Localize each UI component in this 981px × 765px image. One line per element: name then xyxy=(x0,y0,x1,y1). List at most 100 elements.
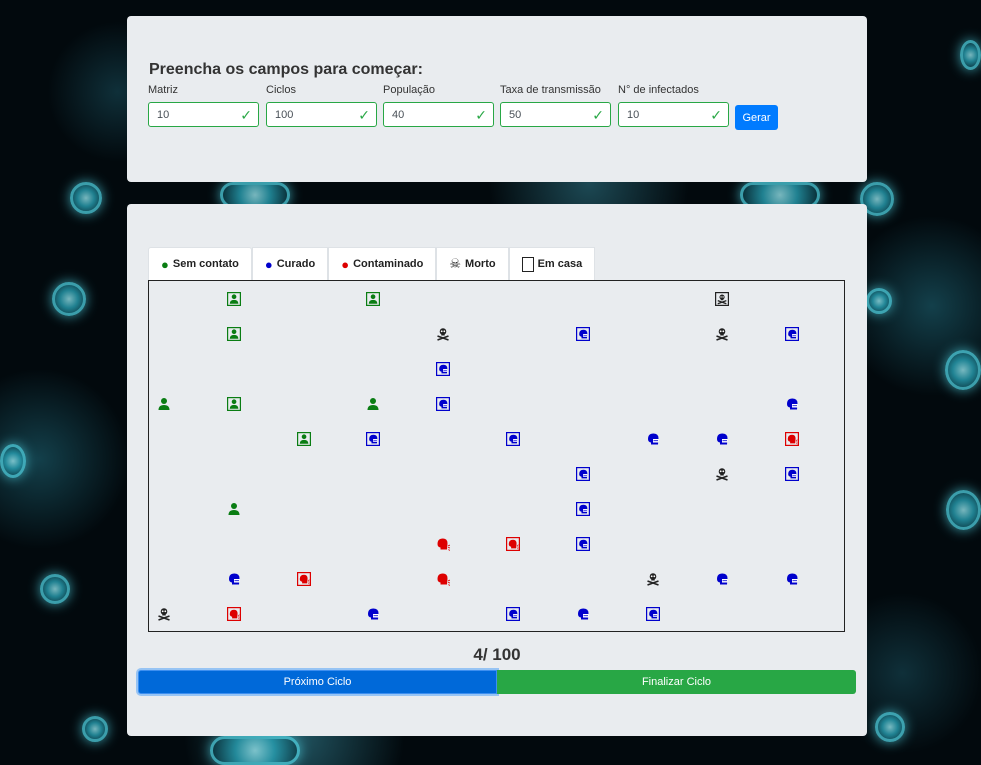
skull-crossbones-icon: ☠ xyxy=(449,256,462,271)
home-user-icon xyxy=(226,396,241,412)
tab-contaminado[interactable]: ● Contaminado xyxy=(328,247,437,280)
matriz-label: Matriz xyxy=(148,84,178,96)
infectados-label: N° de infectados xyxy=(618,84,699,96)
finish-cycle-button[interactable]: Finalizar Ciclo xyxy=(497,670,856,694)
home-masked-head-icon xyxy=(784,326,800,342)
virus-background-icon xyxy=(52,282,86,316)
ciclos-label: Ciclos xyxy=(266,84,296,96)
skull-crossbones-icon xyxy=(646,572,660,586)
cycle-current: 4 xyxy=(473,645,483,664)
form-title: Preencha os campos para começar: xyxy=(149,61,423,78)
matriz-input[interactable]: 10 ✓ xyxy=(148,102,259,127)
home-masked-head-icon xyxy=(575,466,590,482)
tab-label: Em casa xyxy=(537,258,583,270)
matriz-value: 10 xyxy=(157,109,170,121)
ciclos-field-group: Ciclos 100 ✓ xyxy=(266,84,377,127)
infectados-input[interactable]: 10 ✓ xyxy=(618,102,729,127)
coughing-head-icon xyxy=(436,572,451,586)
home-masked-head-icon xyxy=(575,536,590,552)
home-user-icon xyxy=(226,291,241,307)
home-user-icon xyxy=(226,326,241,342)
virus-background-icon xyxy=(0,444,26,478)
home-masked-head-icon xyxy=(505,606,521,622)
taxa-value: 50 xyxy=(509,109,522,121)
virus-background-icon xyxy=(210,736,300,765)
simulation-grid xyxy=(148,280,845,632)
taxa-input[interactable]: 50 ✓ xyxy=(500,102,611,127)
skull-crossbones-icon xyxy=(715,467,729,481)
ciclos-input[interactable]: 100 ✓ xyxy=(266,102,377,127)
populacao-input[interactable]: 40 ✓ xyxy=(383,102,494,127)
tab-em-casa[interactable]: Em casa xyxy=(508,247,596,280)
masked-head-icon xyxy=(646,432,660,446)
skull-crossbones-icon xyxy=(157,607,171,621)
user-icon xyxy=(366,397,380,411)
tab-morto[interactable]: ☠ Morto xyxy=(436,247,509,280)
taxa-label: Taxa de transmissão xyxy=(500,84,601,96)
home-masked-head-icon xyxy=(784,466,800,482)
virus-background-icon xyxy=(945,350,981,390)
masked-head-icon xyxy=(227,572,241,586)
tab-sem-contato[interactable]: ● Sem contato xyxy=(148,247,252,280)
house-square-icon xyxy=(521,256,534,272)
legend-tabs: ● Sem contato ● Curado ● Contaminado ☠ M… xyxy=(148,247,596,280)
populacao-field-group: População 40 ✓ xyxy=(383,84,494,127)
populacao-value: 40 xyxy=(392,109,405,121)
simulation-card: ● Sem contato ● Curado ● Contaminado ☠ M… xyxy=(127,204,867,736)
infectados-value: 10 xyxy=(627,109,640,121)
tab-label: Contaminado xyxy=(353,258,424,270)
home-masked-head-icon xyxy=(366,431,381,447)
tab-label: Curado xyxy=(276,258,316,270)
virus-background-icon xyxy=(946,490,981,530)
coughing-head-icon: ● xyxy=(341,256,350,272)
virus-background-icon xyxy=(40,574,70,604)
populacao-label: População xyxy=(383,84,435,96)
next-cycle-button[interactable]: Próximo Ciclo xyxy=(138,670,497,694)
check-icon: ✓ xyxy=(710,107,722,123)
masked-head-icon xyxy=(366,607,380,621)
infectados-field-group: N° de infectados 10 ✓ xyxy=(618,84,729,127)
masked-head-icon xyxy=(715,572,729,586)
home-masked-head-icon xyxy=(435,396,451,412)
home-skull-crossbones-icon xyxy=(715,291,730,307)
coughing-head-icon xyxy=(436,537,451,551)
skull-crossbones-icon xyxy=(715,327,729,341)
cycle-total: 100 xyxy=(492,645,521,664)
home-masked-head-icon xyxy=(575,501,590,517)
tab-label: Sem contato xyxy=(172,258,239,270)
ciclos-value: 100 xyxy=(275,109,294,121)
home-masked-head-icon xyxy=(645,606,660,622)
taxa-field-group: Taxa de transmissão 50 ✓ xyxy=(500,84,611,127)
home-coughing-head-icon xyxy=(296,571,311,587)
matriz-field-group: Matriz 10 ✓ xyxy=(148,84,259,127)
home-masked-head-icon xyxy=(575,326,590,342)
gerar-button[interactable]: Gerar xyxy=(735,105,778,130)
check-icon: ✓ xyxy=(475,107,487,123)
check-icon: ✓ xyxy=(592,107,604,123)
tab-label: Morto xyxy=(465,258,496,270)
home-coughing-head-icon xyxy=(505,536,521,552)
home-masked-head-icon xyxy=(435,361,451,377)
masked-head-icon xyxy=(785,397,799,411)
setup-card: Preencha os campos para começar: Matriz … xyxy=(127,16,867,182)
masked-head-icon xyxy=(576,607,590,621)
cycle-separator: / xyxy=(482,645,493,664)
virus-background-icon xyxy=(82,716,108,742)
masked-head-icon xyxy=(715,432,729,446)
home-user-icon xyxy=(296,431,311,447)
virus-background-icon xyxy=(875,712,905,742)
virus-background-icon xyxy=(866,288,892,314)
skull-crossbones-icon xyxy=(436,327,450,341)
virus-background-icon xyxy=(960,40,981,70)
home-user-icon xyxy=(366,291,381,307)
masked-head-icon: ● xyxy=(264,256,273,272)
user-icon: ● xyxy=(161,256,169,272)
tab-curado[interactable]: ● Curado xyxy=(251,247,329,280)
home-coughing-head-icon xyxy=(226,606,241,622)
masked-head-icon xyxy=(785,572,799,586)
user-icon xyxy=(157,397,171,411)
home-coughing-head-icon xyxy=(784,431,800,447)
home-masked-head-icon xyxy=(505,431,521,447)
virus-background-icon xyxy=(70,182,102,214)
check-icon: ✓ xyxy=(240,107,252,123)
